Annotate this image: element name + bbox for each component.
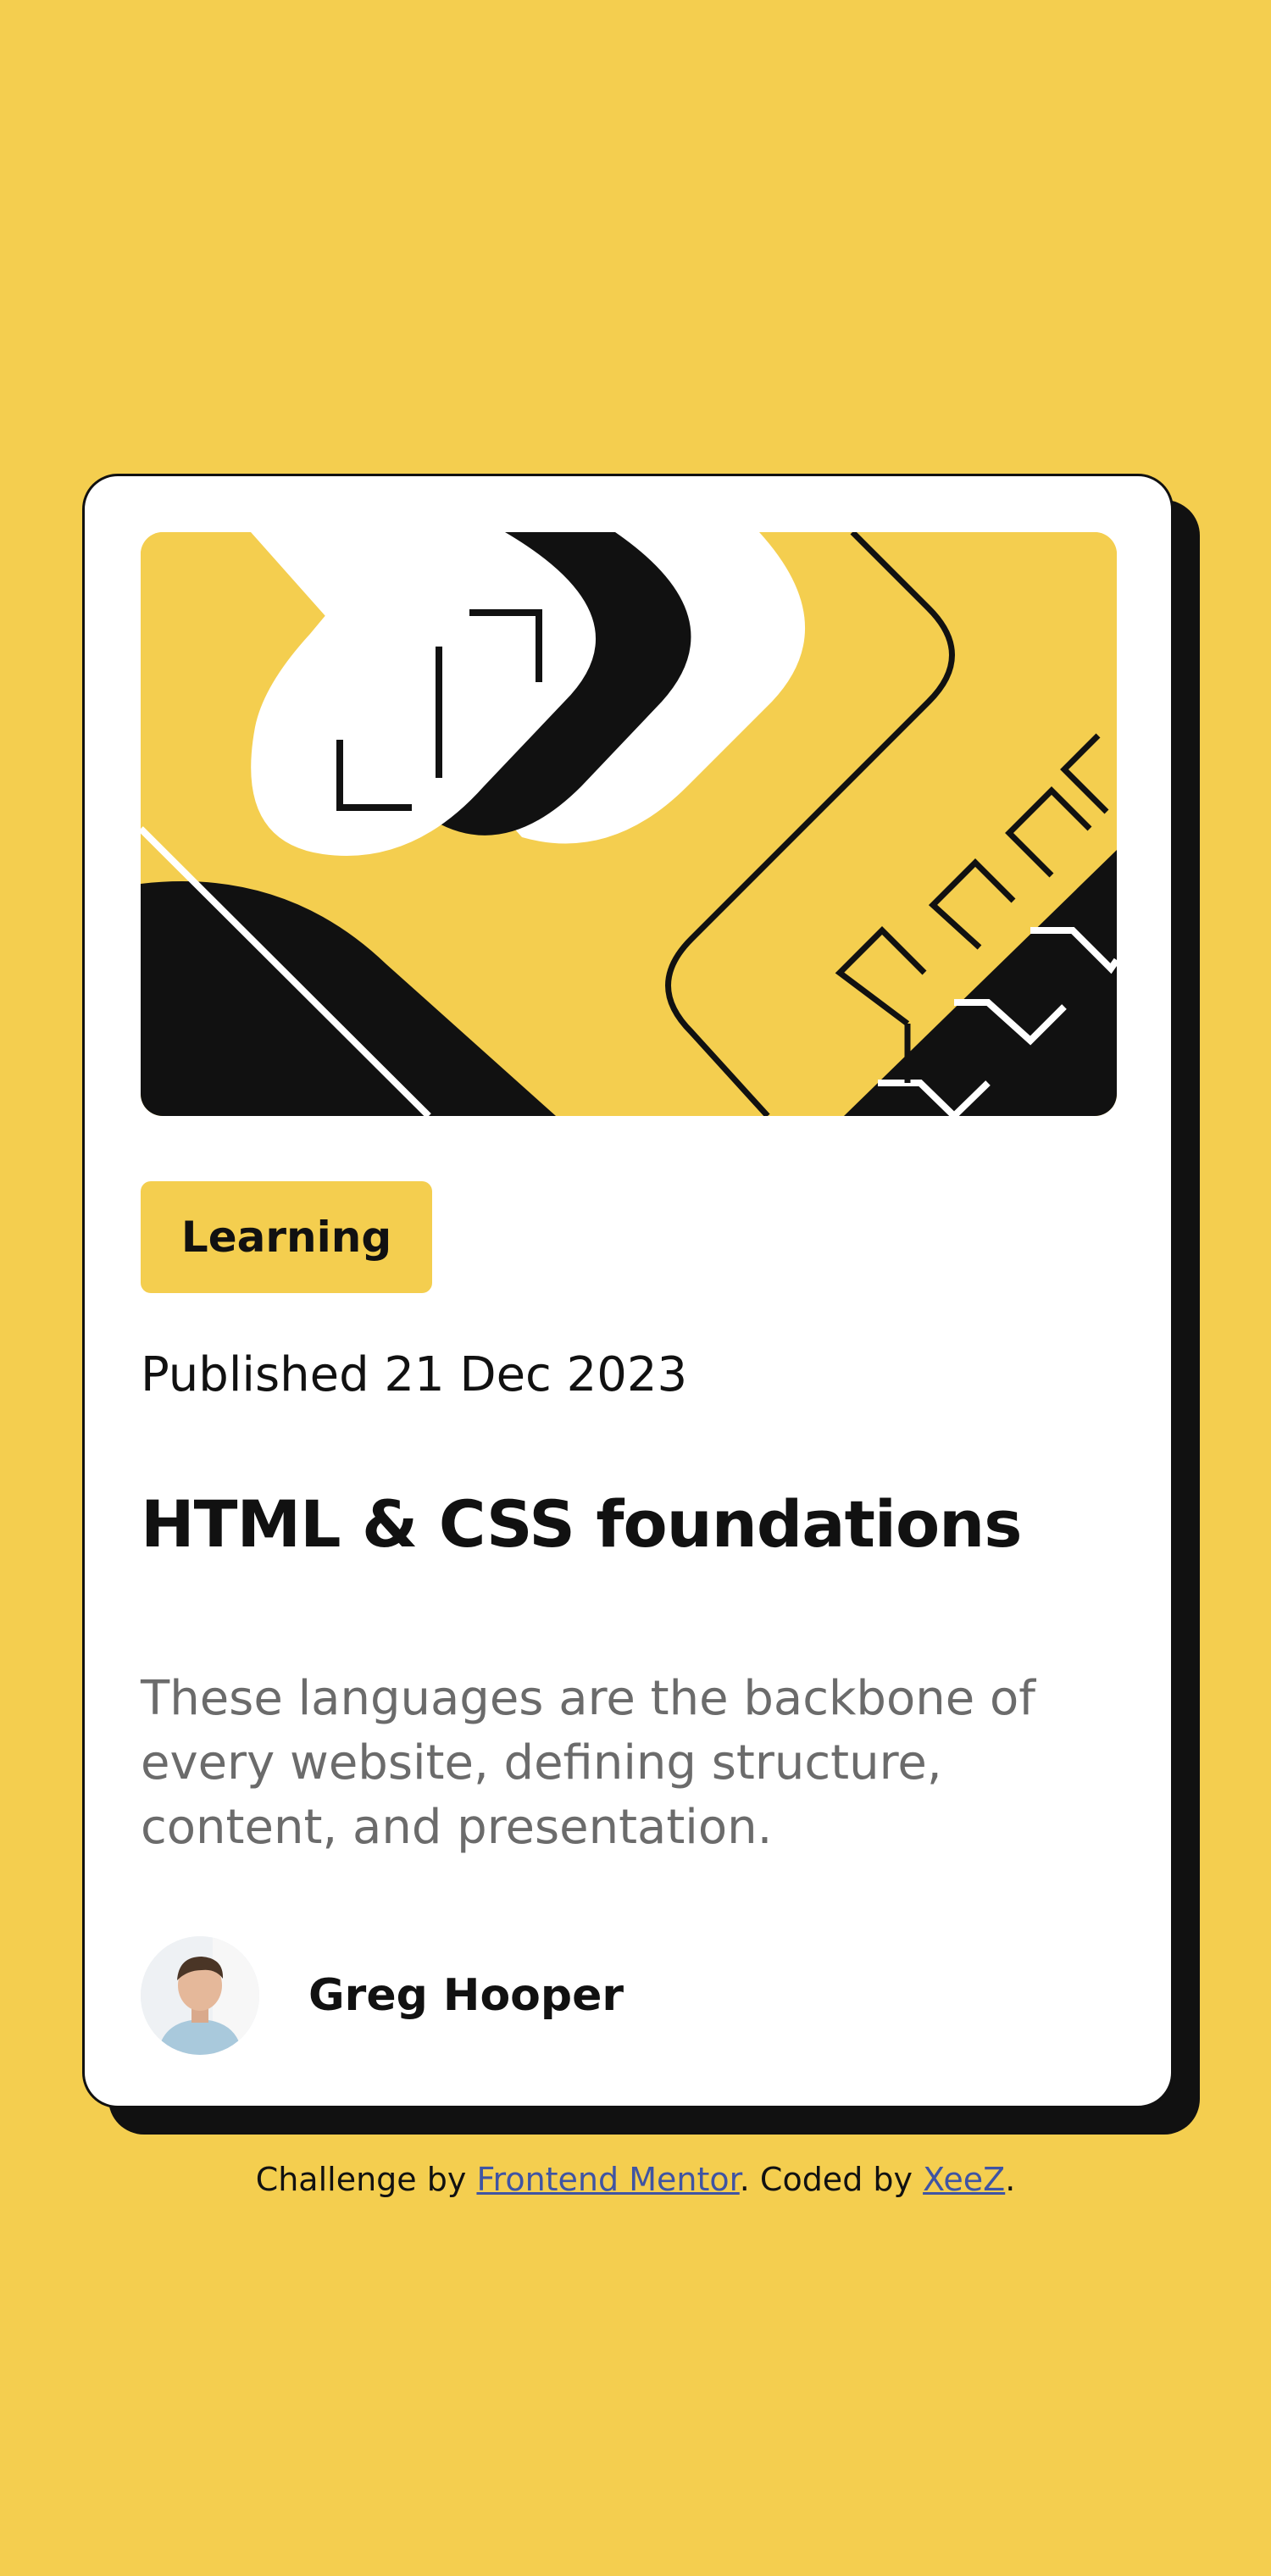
attribution-middle: . Coded by — [739, 2161, 924, 2198]
coder-link[interactable]: XeeZ — [923, 2161, 1005, 2198]
attribution-prefix: Challenge by — [255, 2161, 477, 2198]
attribution-suffix: . — [1005, 2161, 1016, 2198]
blog-preview-card: Learning Published 21 Dec 2023 HTML & CS… — [82, 474, 1174, 2108]
author-name: Greg Hooper — [308, 1970, 624, 2021]
author-info: Greg Hooper — [141, 1936, 624, 2055]
card-illustration — [141, 532, 1117, 1116]
frontend-mentor-link[interactable]: Frontend Mentor — [476, 2161, 739, 2198]
card-title[interactable]: HTML & CSS foundations — [141, 1486, 1124, 1562]
card-description: These languages are the backbone of ever… — [141, 1671, 1035, 1855]
attribution: Challenge by Frontend Mentor. Coded by X… — [0, 2161, 1271, 2198]
avatar-photo-icon — [141, 1936, 259, 2055]
author-avatar — [141, 1936, 259, 2055]
published-date: Published 21 Dec 2023 — [141, 1347, 688, 1402]
category-tag: Learning — [141, 1181, 432, 1293]
abstract-illustration-icon — [141, 532, 1117, 1116]
